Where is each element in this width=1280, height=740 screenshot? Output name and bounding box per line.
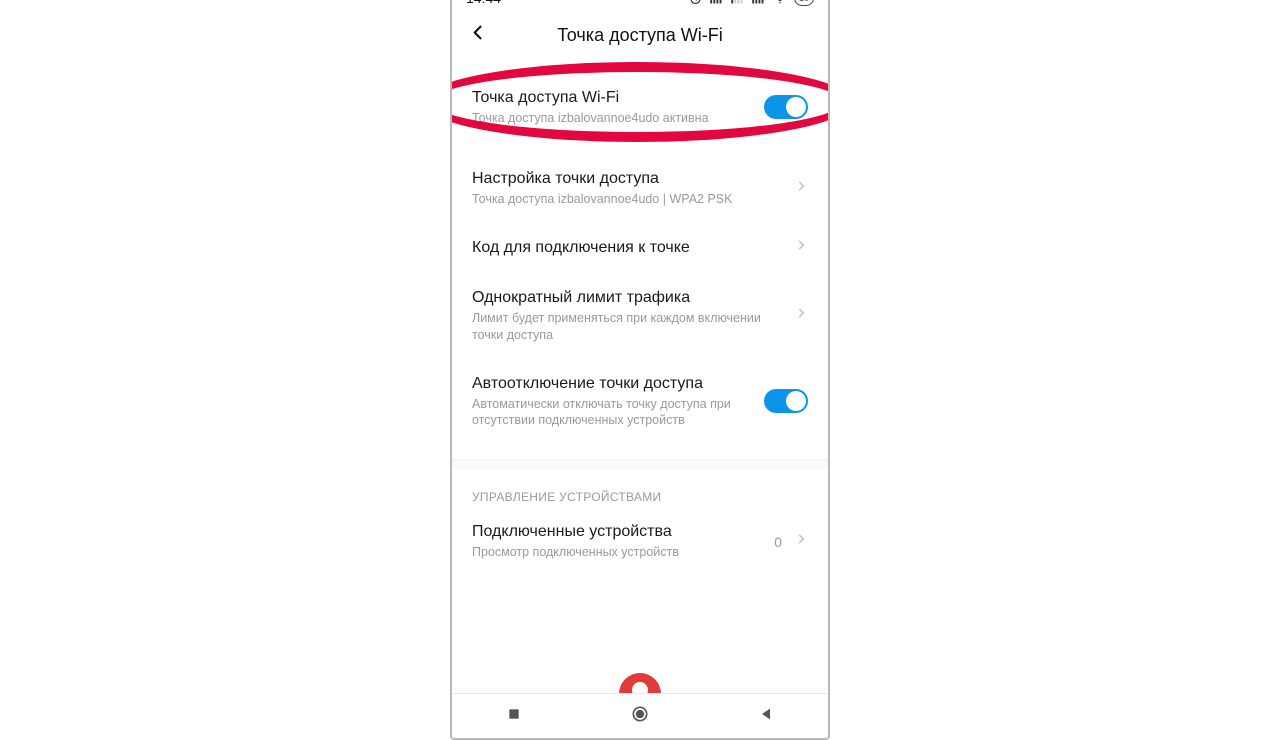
chevron-right-icon (794, 179, 808, 198)
row-connected-devices[interactable]: Подключенные устройства Просмотр подключ… (452, 510, 828, 573)
row-subtitle: Автоматически отключать точку доступа пр… (472, 396, 764, 430)
row-hotspot-toggle[interactable]: Точка доступа Wi-Fi Точка доступа izbalo… (452, 76, 828, 139)
battery-icon: 10 (794, 0, 814, 6)
row-subtitle: Лимит будет применяться при каждом включ… (472, 310, 786, 344)
section-divider (452, 459, 828, 470)
signal-icon (709, 0, 724, 6)
status-bar: 14:44 10 (452, 0, 828, 12)
page-title: Точка доступа Wi-Fi (452, 25, 828, 46)
chevron-right-icon (794, 532, 808, 551)
row-label: Точка доступа Wi-Fi (472, 88, 764, 108)
nav-bar (452, 693, 828, 738)
wifi-icon (772, 0, 788, 6)
phone-frame: 14:44 10 Точка доступа Wi-Fi (450, 0, 830, 740)
nav-back-button[interactable] (758, 706, 774, 727)
section-header-devices: УПРАВЛЕНИЕ УСТРОЙСТВАМИ (452, 470, 828, 510)
nav-home-button[interactable] (630, 704, 650, 729)
row-label: Код для подключения к точке (472, 238, 786, 258)
signal2-icon (730, 0, 745, 6)
header: Точка доступа Wi-Fi (452, 12, 828, 58)
row-label: Подключенные устройства (472, 522, 774, 542)
signal3-icon (751, 0, 766, 6)
row-traffic-limit[interactable]: Однократный лимит трафика Лимит будет пр… (452, 276, 828, 356)
record-indicator (619, 673, 661, 694)
nav-recents-button[interactable] (506, 706, 522, 727)
row-auto-off[interactable]: Автоотключение точки доступа Автоматичес… (452, 356, 828, 442)
row-label: Однократный лимит трафика (472, 288, 786, 308)
row-connect-code[interactable]: Код для подключения к точке (452, 220, 828, 276)
row-label: Автоотключение точки доступа (472, 374, 764, 394)
chevron-right-icon (794, 306, 808, 325)
row-hotspot-setup[interactable]: Настройка точки доступа Точка доступа iz… (452, 157, 828, 220)
back-button[interactable] (462, 17, 494, 54)
row-label: Настройка точки доступа (472, 169, 786, 189)
row-subtitle: Точка доступа izbalovannoe4udo активна (472, 110, 764, 127)
settings-list: Точка доступа Wi-Fi Точка доступа izbalo… (452, 76, 828, 573)
status-time: 14:44 (466, 0, 501, 6)
connected-count: 0 (774, 534, 782, 550)
row-subtitle: Точка доступа izbalovannoe4udo | WPA2 PS… (472, 191, 786, 208)
hotspot-toggle[interactable] (764, 95, 808, 119)
alarm-icon (688, 0, 703, 6)
chevron-right-icon (794, 238, 808, 257)
status-icons: 10 (688, 0, 814, 6)
auto-off-toggle[interactable] (764, 389, 808, 413)
row-subtitle: Просмотр подключенных устройств (472, 544, 774, 561)
